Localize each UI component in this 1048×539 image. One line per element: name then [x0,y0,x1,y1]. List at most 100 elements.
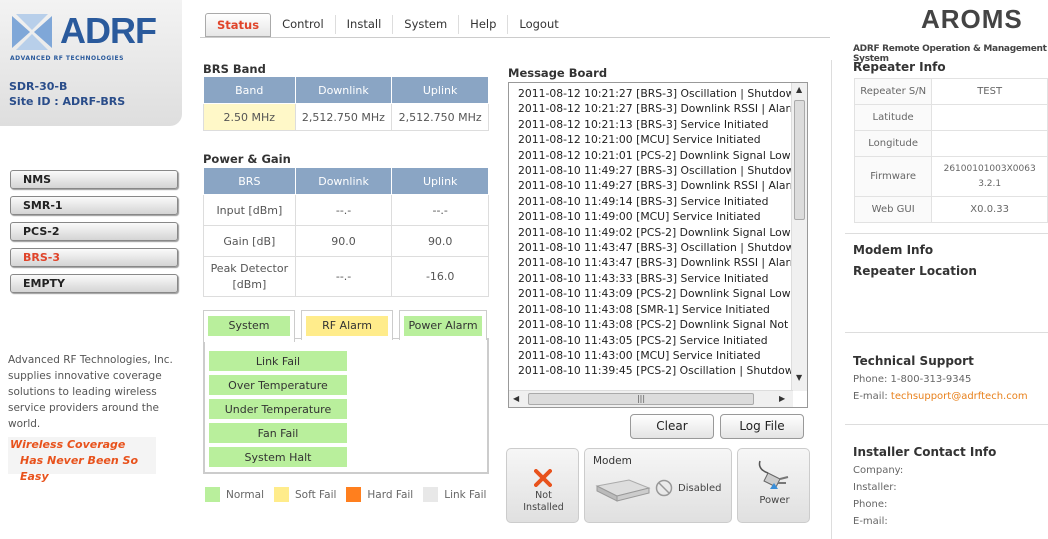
scrollbar-thumb[interactable] [794,100,805,220]
info-key: Latitude [853,104,933,131]
modem-title: Modem [593,455,632,467]
log-file-button[interactable]: Log File [720,414,804,439]
row-label: Input [dBm] [203,194,296,226]
modem-icon [595,479,651,502]
repeater-location-title: Repeater Location [853,264,977,278]
logo-panel: ADRF ADVANCED RF TECHNOLOGIES SDR-30-B S… [0,0,182,126]
alarm-tab-system[interactable]: System [203,310,295,342]
scroll-up-icon[interactable]: ▲ [796,85,802,94]
info-value [931,104,1048,131]
support-email-link[interactable]: techsupport@adrftech.com [891,391,1028,402]
divider [845,424,1048,425]
tab-system[interactable]: System [393,15,460,34]
installer-title: Installer Contact Info [853,445,997,459]
alarm-item: System Halt [209,447,347,469]
tab-logout[interactable]: Logout [508,15,569,34]
product-title: AROMS [921,4,1023,34]
brs-band-table: Band Downlink Uplink 2.50 MHz 2,512.750 … [203,76,489,131]
uplink-frequency: 2,512.750 MHz [391,103,489,131]
tech-support-email-row: E-mail: techsupport@adrftech.com [853,388,1028,405]
message-board[interactable]: 2011-08-12 10:21:27 [BRS-3] Oscillation … [508,82,808,408]
message-line: 2011-08-10 11:43:47 [BRS-3] Oscillation … [518,241,793,255]
info-key: Repeater S/N [853,78,933,105]
not-installed-card: Not Installed [506,448,579,523]
divider [845,332,1048,333]
device-button-empty[interactable]: EMPTY [10,274,178,293]
tab-control[interactable]: Control [271,15,336,34]
gain-downlink: 90.0 [294,225,393,257]
legend-label: Hard Fail [367,488,414,501]
info-key: Web GUI [853,196,933,223]
brand-logo-text: ADRF [60,10,157,51]
device-button-smr-1[interactable]: SMR-1 [10,196,178,215]
brand-tagline: ADVANCED RF TECHNOLOGIES [10,55,124,62]
model-name: SDR-30-B [9,80,68,93]
slogan-line-2: Has Never Been So Easy [20,454,139,483]
installer-email: E-mail: [853,516,888,527]
device-button-pcs-2[interactable]: PCS-2 [10,222,178,241]
column-header: Downlink [294,76,393,104]
modem-card: Modem Disabled [584,448,732,523]
column-header: BRS [203,167,296,195]
message-line: 2011-08-12 10:21:27 [BRS-3] Oscillation … [518,87,793,100]
scroll-right-icon[interactable]: ▶ [779,394,785,403]
message-line: 2011-08-10 11:43:08 [SMR-1] Service Init… [518,302,770,316]
scroll-down-icon[interactable]: ▼ [796,373,802,382]
horizontal-scrollbar[interactable]: ◀ ||| ▶ [509,390,793,407]
power-card[interactable]: Power [737,448,810,523]
column-header: Band [203,76,296,104]
info-key: Firmware [853,156,933,197]
repeater-info-title: Repeater Info [853,60,946,74]
vertical-scrollbar[interactable]: ▲ ▼ [791,83,807,391]
peak-downlink: --.- [294,256,393,297]
power-gain-title: Power & Gain [203,152,291,166]
message-line: 2011-08-12 10:21:00 [MCU] Service Initia… [518,133,761,147]
message-line: 2011-08-10 11:43:08 [PCS-2] Downlink Sig… [518,318,793,332]
tab-install[interactable]: Install [336,15,394,34]
input-downlink: --.- [294,194,393,226]
divider [845,233,1048,234]
legend-swatch [423,487,439,502]
alarm-tab-label: System [208,316,290,336]
installer-company: Company: [853,465,904,476]
device-button-nms[interactable]: NMS [10,170,178,189]
company-blurb: Advanced RF Technologies, Inc. supplies … [8,354,173,430]
message-board-title: Message Board [508,66,608,80]
tab-help[interactable]: Help [459,15,509,34]
message-line: 2011-08-10 11:49:00 [MCU] Service Initia… [518,210,761,224]
main-tabs: Status Control Install System Help Logou… [205,12,570,37]
x-icon [534,469,552,487]
left-panel: ADRF ADVANCED RF TECHNOLOGIES SDR-30-B S… [0,0,195,539]
message-line: 2011-08-10 11:49:14 [BRS-3] Service Init… [518,194,769,208]
row-label: Gain [dB] [203,225,296,257]
alarm-tab-rf[interactable]: RF Alarm [301,310,393,340]
info-value: X0.0.33 [931,196,1048,223]
alarm-item: Under Temperature [209,399,347,421]
info-value: TEST [931,78,1048,105]
alarm-tab-power[interactable]: Power Alarm [399,310,487,340]
message-line: 2011-08-10 11:49:27 [BRS-3] Downlink RSS… [518,179,793,193]
device-model: SDR-30-B Site ID : ADRF-BRS [9,79,125,109]
legend-label: Link Fail [444,488,487,501]
message-line: 2011-08-10 11:43:00 [MCU] Service Initia… [518,348,761,362]
alarm-legend: Normal Soft Fail Hard Fail Link Fail [205,487,496,502]
alarm-item: Link Fail [209,351,347,373]
clear-button[interactable]: Clear [630,414,714,439]
scroll-left-icon[interactable]: ◀ [513,394,519,403]
message-line: 2011-08-10 11:49:27 [BRS-3] Oscillation … [518,164,793,178]
device-button-brs-3[interactable]: BRS-3 [10,248,178,267]
alarm-item: Fan Fail [209,423,347,445]
alarm-tab-label: Power Alarm [404,316,482,336]
message-line: 2011-08-10 11:49:02 [PCS-2] Downlink Sig… [518,225,793,239]
column-header: Uplink [391,167,489,195]
installer-phone: Phone: [853,499,888,510]
tab-status[interactable]: Status [205,12,272,37]
repeater-info-table: Repeater S/N TEST Latitude Longitude Fir… [853,78,1048,223]
message-line: 2011-08-10 11:43:47 [BRS-3] Downlink RSS… [518,256,793,270]
alarm-tab-label: RF Alarm [306,316,388,336]
column-header: Downlink [294,167,393,195]
scrollbar-thumb[interactable]: ||| [528,393,754,405]
message-line: 2011-08-10 11:43:05 [PCS-2] Service Init… [518,333,768,347]
info-key: Longitude [853,130,933,157]
legend-swatch [346,487,362,502]
